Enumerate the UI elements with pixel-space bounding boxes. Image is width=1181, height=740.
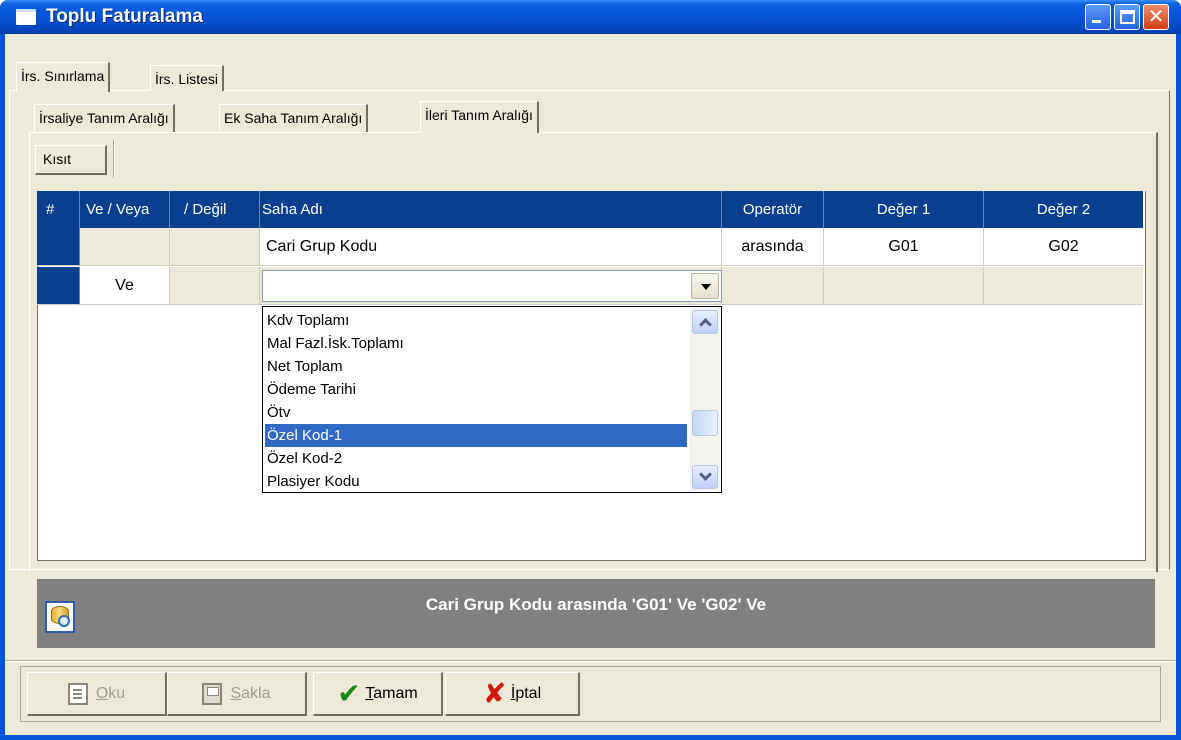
dropdown-option[interactable]: Ödeme Tarihi bbox=[265, 378, 687, 401]
tamam-button[interactable]: ✔ Tamam bbox=[313, 672, 443, 716]
header-number[interactable]: # bbox=[37, 191, 80, 228]
dropdown-scrollbar[interactable] bbox=[690, 308, 720, 491]
save-disk-icon bbox=[202, 682, 223, 705]
dropdown-option[interactable]: Mal Fazl.İsk.Toplamı bbox=[265, 332, 687, 355]
sakla-label-rest: akla bbox=[241, 684, 271, 702]
sakla-mnemonic: S bbox=[230, 684, 242, 702]
cell-degil[interactable] bbox=[170, 267, 260, 305]
chevron-up-icon bbox=[699, 318, 712, 331]
cell-operator[interactable] bbox=[722, 267, 824, 305]
cell-saha-adi[interactable]: Cari Grup Kodu bbox=[260, 228, 722, 266]
tab-irsaliye-tanim-araligi[interactable]: İrsaliye Tanım Aralığı bbox=[34, 104, 175, 132]
maximize-button[interactable] bbox=[1114, 4, 1140, 30]
dropdown-option[interactable]: Özel Kod-2 bbox=[265, 447, 687, 470]
header-degil[interactable]: / Değil bbox=[170, 191, 260, 228]
cell-degil[interactable] bbox=[170, 228, 260, 266]
cell-deger-1[interactable]: G01 bbox=[824, 228, 984, 266]
filter-summary-text: Cari Grup Kodu arasında 'G01' Ve 'G02' V… bbox=[425, 595, 767, 614]
sakla-label: Sakla bbox=[230, 673, 270, 715]
header-deger-2[interactable]: Değer 2 bbox=[984, 191, 1143, 228]
grid-header: # Ve / Veya / Değil Saha Adı Operatör De… bbox=[37, 191, 1143, 228]
sakla-button[interactable]: Sakla bbox=[167, 672, 307, 716]
window-border-left bbox=[0, 34, 5, 740]
header-operator[interactable]: Operatör bbox=[722, 191, 824, 228]
title-bar[interactable]: Toplu Faturalama ✕ bbox=[0, 0, 1181, 34]
iptal-button[interactable]: ✘ İptal bbox=[445, 672, 580, 716]
saha-adi-dropdown-list[interactable]: Kdv Toplamı Mal Fazl.İsk.Toplamı Net Top… bbox=[262, 306, 722, 493]
dropdown-option[interactable]: Ötv bbox=[265, 401, 687, 424]
tab-kisit[interactable]: Kısıt bbox=[35, 145, 107, 175]
tab-ek-saha-tanim-araligi[interactable]: Ek Saha Tanım Aralığı bbox=[219, 104, 369, 132]
tab-irs-sinirlama[interactable]: İrs. Sınırlama bbox=[16, 62, 111, 92]
saha-adi-combo[interactable] bbox=[262, 270, 722, 302]
row-indicator[interactable] bbox=[37, 228, 80, 266]
window-icon bbox=[16, 9, 36, 25]
tab-ileri-tanim-araligi[interactable]: İleri Tanım Aralığı bbox=[420, 101, 539, 133]
dropdown-option-selected[interactable]: Özel Kod-1 bbox=[265, 424, 687, 447]
dropdown-option[interactable]: Net Toplam bbox=[265, 355, 687, 378]
oku-button[interactable]: Oku bbox=[27, 672, 167, 716]
cell-operator[interactable]: arasında bbox=[722, 228, 824, 266]
checkmark-icon: ✔ bbox=[337, 677, 361, 709]
read-doc-icon bbox=[67, 682, 88, 705]
cell-deger-2[interactable]: G02 bbox=[984, 228, 1143, 266]
cell-ve-veya[interactable]: Ve bbox=[80, 267, 170, 305]
tab-separator bbox=[113, 140, 115, 178]
window-border-bottom bbox=[0, 735, 1181, 740]
scroll-thumb[interactable] bbox=[692, 410, 718, 436]
database-search-icon[interactable] bbox=[45, 601, 75, 633]
window-border-right bbox=[1176, 34, 1181, 740]
oku-label-rest: ku bbox=[108, 684, 126, 702]
magnifier-lens bbox=[58, 615, 70, 627]
scroll-down-button[interactable] bbox=[692, 465, 718, 489]
close-button[interactable]: ✕ bbox=[1143, 4, 1169, 30]
bottom-separator bbox=[5, 660, 1176, 662]
cell-ve-veya[interactable] bbox=[80, 228, 170, 266]
cell-deger-1[interactable] bbox=[824, 267, 984, 305]
row-indicator[interactable] bbox=[37, 267, 80, 305]
minimize-button[interactable] bbox=[1085, 4, 1111, 30]
iptal-label: İptal bbox=[511, 673, 541, 715]
header-saha-adi[interactable]: Saha Adı bbox=[260, 191, 722, 228]
red-x-icon: ✘ bbox=[482, 677, 507, 709]
minimize-icon bbox=[1092, 20, 1101, 23]
close-icon: ✕ bbox=[1147, 6, 1165, 28]
tab-irs-listesi[interactable]: İrs. Listesi bbox=[150, 65, 225, 91]
oku-label: Oku bbox=[96, 673, 125, 715]
tamam-label-rest: amam bbox=[373, 684, 418, 702]
table-row[interactable]: Cari Grup Kodu arasında G01 G02 bbox=[37, 228, 1143, 266]
oku-mnemonic: O bbox=[95, 684, 109, 702]
filter-summary-panel: Cari Grup Kodu arasında 'G01' Ve 'G02' V… bbox=[37, 579, 1155, 648]
scroll-up-button[interactable] bbox=[692, 310, 718, 334]
header-deger-1[interactable]: Değer 1 bbox=[824, 191, 984, 228]
cell-deger-2[interactable] bbox=[984, 267, 1143, 305]
dropdown-arrow-button[interactable] bbox=[691, 273, 719, 299]
dropdown-option[interactable]: Plasiyer Kodu bbox=[265, 470, 687, 493]
dropdown-option[interactable]: Kdv Toplamı bbox=[265, 309, 687, 332]
tamam-label: Tamam bbox=[365, 673, 417, 715]
window-controls: ✕ bbox=[1085, 4, 1169, 30]
chevron-down-icon bbox=[699, 468, 712, 481]
header-ve-veya[interactable]: Ve / Veya bbox=[80, 191, 170, 228]
maximize-icon bbox=[1120, 10, 1135, 24]
iptal-label-rest: ptal bbox=[515, 684, 542, 702]
window-title: Toplu Faturalama bbox=[46, 6, 203, 27]
